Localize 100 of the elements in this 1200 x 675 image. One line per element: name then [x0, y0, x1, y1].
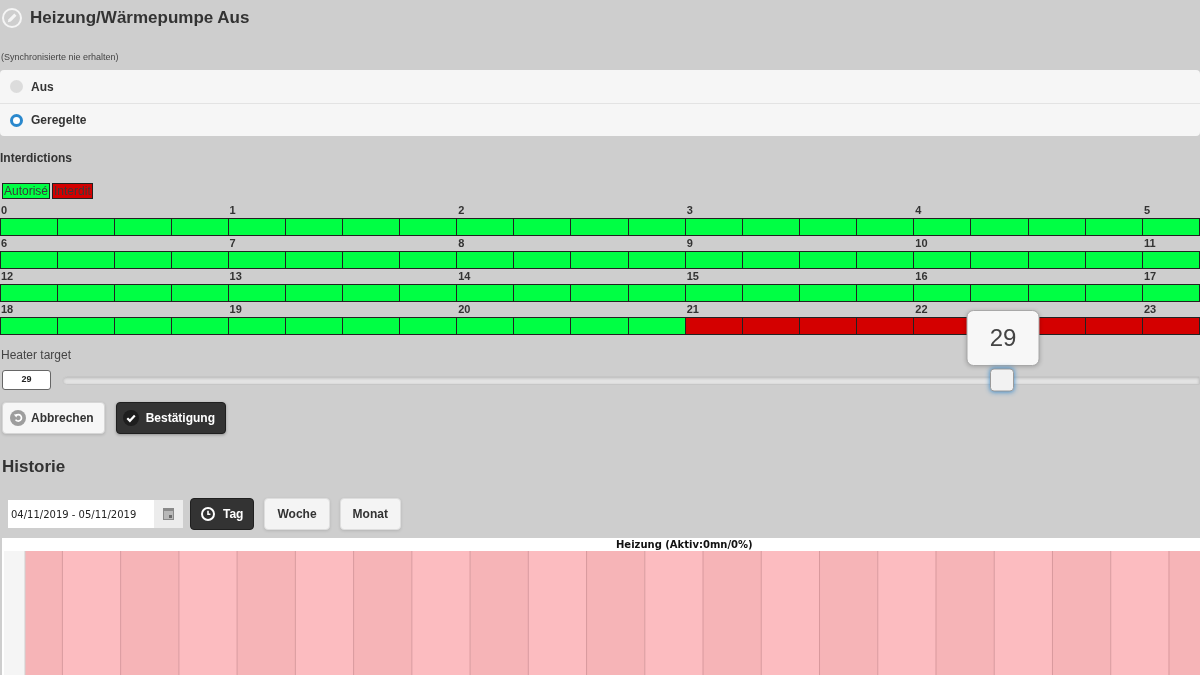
time-slot[interactable]: [571, 218, 629, 236]
time-slot[interactable]: [285, 251, 343, 269]
time-slot[interactable]: [914, 218, 972, 236]
time-slot[interactable]: [171, 251, 229, 269]
legend-item: Autorisé: [2, 183, 51, 199]
confirm-button[interactable]: Bestätigung: [115, 402, 227, 434]
hour-label: 21: [685, 302, 699, 317]
time-slot[interactable]: [1142, 251, 1200, 269]
time-slot[interactable]: [1085, 251, 1143, 269]
time-slot[interactable]: [0, 284, 58, 302]
time-slot[interactable]: [57, 284, 115, 302]
time-slot[interactable]: [800, 284, 858, 302]
time-slot[interactable]: [0, 317, 58, 335]
time-slot[interactable]: [57, 218, 115, 236]
time-slot[interactable]: [742, 218, 800, 236]
value-input[interactable]: 29: [2, 370, 51, 390]
range-tab[interactable]: Monat: [339, 498, 401, 530]
cancel-button[interactable]: Abbrechen: [2, 402, 105, 434]
time-slot[interactable]: [1028, 251, 1086, 269]
hour-label: 1: [228, 203, 236, 218]
time-slot[interactable]: [1142, 218, 1200, 236]
time-slot[interactable]: [571, 251, 629, 269]
time-slot[interactable]: [457, 284, 515, 302]
time-slot[interactable]: [342, 251, 400, 269]
time-slot[interactable]: [685, 251, 743, 269]
time-slot[interactable]: [171, 317, 229, 335]
date-range-field[interactable]: 04/11/2019 - 05/11/2019: [8, 500, 154, 528]
time-slot[interactable]: [400, 251, 458, 269]
time-slot[interactable]: [628, 251, 686, 269]
sync-status: (Synchronisierte nie erhalten): [1, 51, 119, 63]
chart-title: Heizung (Aktiv:0mn/0%): [616, 538, 753, 551]
time-slot[interactable]: [285, 218, 343, 236]
slider-thumb[interactable]: [990, 368, 1015, 392]
legend-item: Interdit: [52, 183, 93, 199]
time-slot[interactable]: [971, 284, 1029, 302]
hour-label: 19: [228, 302, 242, 317]
time-slot[interactable]: [857, 284, 915, 302]
time-slot[interactable]: [628, 218, 686, 236]
time-slot[interactable]: [114, 251, 172, 269]
time-slot[interactable]: [171, 218, 229, 236]
time-slot[interactable]: [685, 284, 743, 302]
time-slot[interactable]: [800, 251, 858, 269]
time-slot[interactable]: [971, 218, 1029, 236]
time-slot[interactable]: [514, 218, 572, 236]
page-title: Heizung/Wärmepumpe Aus: [30, 7, 250, 29]
time-slot[interactable]: [1085, 284, 1143, 302]
time-slot[interactable]: [57, 251, 115, 269]
time-slot[interactable]: [171, 284, 229, 302]
time-slot[interactable]: [514, 251, 572, 269]
time-slot[interactable]: [571, 284, 629, 302]
time-slot[interactable]: [1028, 284, 1086, 302]
time-slot[interactable]: [628, 317, 686, 335]
time-slot[interactable]: [914, 251, 972, 269]
time-slot[interactable]: [800, 218, 858, 236]
time-slot[interactable]: [400, 317, 458, 335]
time-slot[interactable]: [228, 251, 286, 269]
calendar-icon: [163, 508, 174, 520]
time-slot[interactable]: [514, 284, 572, 302]
time-slot[interactable]: [0, 218, 58, 236]
time-slot[interactable]: [114, 317, 172, 335]
hour-label: 0: [0, 203, 8, 218]
time-slot[interactable]: [571, 317, 629, 335]
range-tab[interactable]: Tag: [190, 498, 255, 530]
time-slot[interactable]: [57, 317, 115, 335]
time-slot[interactable]: [285, 317, 343, 335]
time-slot[interactable]: [342, 284, 400, 302]
time-slot[interactable]: [514, 317, 572, 335]
time-slot[interactable]: [228, 317, 286, 335]
time-slot[interactable]: [400, 284, 458, 302]
time-slot[interactable]: [457, 251, 515, 269]
hour-label: 14: [457, 269, 471, 284]
hour-label: 12: [0, 269, 14, 284]
time-slot[interactable]: [457, 317, 515, 335]
time-slot[interactable]: [114, 284, 172, 302]
hour-label: 11: [1142, 236, 1156, 251]
range-tab[interactable]: Woche: [264, 498, 330, 530]
time-slot[interactable]: [457, 218, 515, 236]
time-slot[interactable]: [628, 284, 686, 302]
time-slot[interactable]: [857, 251, 915, 269]
time-slot[interactable]: [114, 218, 172, 236]
pencil-icon: [2, 8, 22, 28]
time-slot[interactable]: [0, 251, 58, 269]
time-slot[interactable]: [400, 218, 458, 236]
time-slot[interactable]: [1028, 218, 1086, 236]
time-slot[interactable]: [742, 251, 800, 269]
time-slot[interactable]: [971, 251, 1029, 269]
calendar-button[interactable]: [154, 500, 183, 528]
time-slot[interactable]: [228, 284, 286, 302]
time-slot[interactable]: [742, 284, 800, 302]
time-slot[interactable]: [914, 284, 972, 302]
radio-option[interactable]: Geregelte: [0, 103, 1200, 136]
time-slot[interactable]: [228, 218, 286, 236]
time-slot[interactable]: [342, 317, 400, 335]
radio-option[interactable]: Aus: [0, 70, 1200, 103]
time-slot[interactable]: [1142, 284, 1200, 302]
time-slot[interactable]: [285, 284, 343, 302]
time-slot[interactable]: [857, 218, 915, 236]
time-slot[interactable]: [342, 218, 400, 236]
time-slot[interactable]: [1085, 218, 1143, 236]
time-slot[interactable]: [685, 218, 743, 236]
